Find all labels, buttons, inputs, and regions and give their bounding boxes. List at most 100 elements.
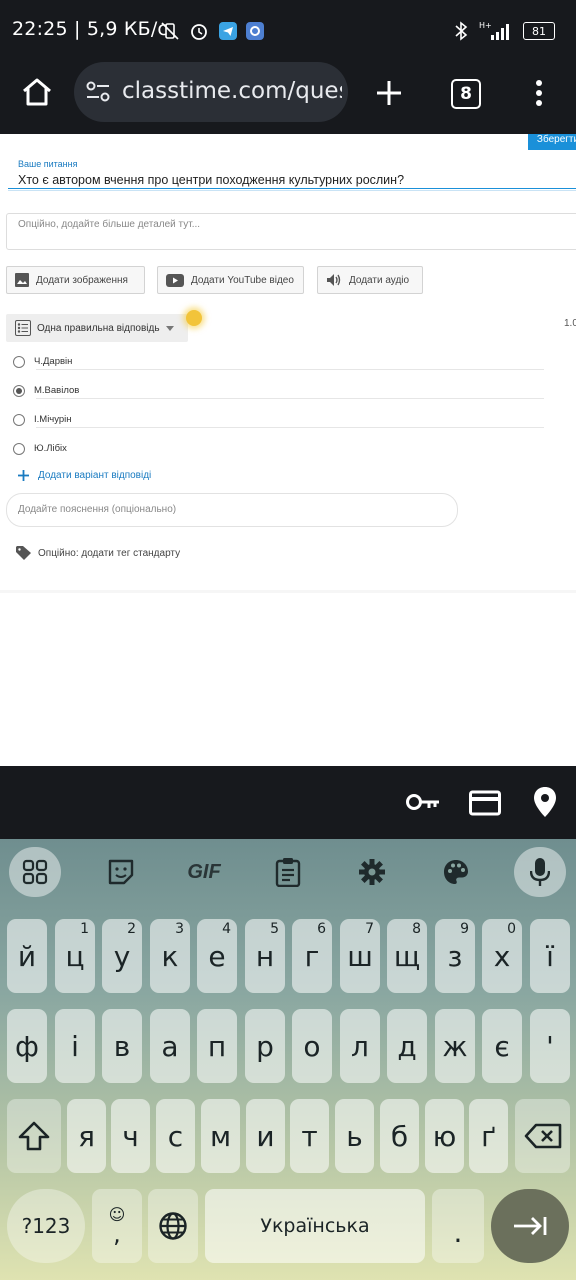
add-tag-button[interactable]: Опційно: додати тег стандарту: [16, 546, 180, 560]
key-ф[interactable]: ф: [7, 1009, 47, 1083]
key-о[interactable]: о: [292, 1009, 332, 1083]
key-label: ф: [15, 1029, 39, 1063]
space-bar[interactable]: Українська: [205, 1189, 425, 1263]
key-а[interactable]: а: [150, 1009, 190, 1083]
key-я[interactable]: я: [67, 1099, 106, 1173]
shift-key[interactable]: [7, 1099, 61, 1173]
key-і[interactable]: і: [55, 1009, 95, 1083]
key-х[interactable]: х0: [482, 919, 522, 993]
radio-button-selected[interactable]: [13, 384, 25, 397]
microphone-button[interactable]: [514, 847, 566, 897]
add-image-button[interactable]: Додати зображення: [6, 266, 145, 294]
answer-option[interactable]: Ч.Дарвін: [13, 347, 543, 376]
key-label: х: [493, 939, 511, 973]
key-и[interactable]: и: [246, 1099, 285, 1173]
answer-option[interactable]: Ю.Лібіх: [13, 434, 543, 463]
key-hint: 1: [80, 921, 89, 937]
key-hint: 5: [270, 921, 279, 937]
key-з[interactable]: з9: [435, 919, 475, 993]
home-icon[interactable]: [20, 76, 54, 108]
key-label: е: [208, 939, 226, 973]
radio-button[interactable]: [13, 442, 25, 455]
period-key[interactable]: .: [432, 1189, 484, 1263]
key-ї[interactable]: ї: [530, 919, 570, 993]
keyboard-menu-button[interactable]: [9, 847, 61, 897]
key-icon[interactable]: [405, 789, 441, 815]
points-value[interactable]: 1.0: [564, 318, 576, 329]
language-key[interactable]: [148, 1189, 198, 1263]
key-п[interactable]: п: [197, 1009, 237, 1083]
key-т[interactable]: т: [290, 1099, 329, 1173]
key-в[interactable]: в: [102, 1009, 142, 1083]
key-ю[interactable]: ю: [425, 1099, 464, 1173]
key-б[interactable]: б: [380, 1099, 419, 1173]
credit-card-icon[interactable]: [469, 790, 501, 816]
list-icon: [15, 320, 31, 336]
add-youtube-button[interactable]: Додати YouTube відео: [157, 266, 304, 294]
emoji-comma-key[interactable]: ☺ ,: [92, 1189, 142, 1263]
more-menu-icon[interactable]: [532, 78, 546, 108]
key-н[interactable]: н5: [245, 919, 285, 993]
location-icon[interactable]: [533, 786, 557, 818]
sticker-icon[interactable]: [100, 847, 142, 897]
key-е[interactable]: е4: [197, 919, 237, 993]
symbols-key[interactable]: ?123: [7, 1189, 85, 1263]
gear-icon[interactable]: [354, 847, 390, 897]
tag-icon: [16, 546, 31, 560]
explanation-input[interactable]: Додайте пояснення (опціонально): [6, 493, 458, 527]
add-audio-button[interactable]: Додати аудіо: [317, 266, 423, 294]
audio-icon: [327, 274, 341, 286]
key-apostrophe[interactable]: ': [530, 1009, 570, 1083]
key-label: я: [78, 1119, 95, 1153]
add-option-button[interactable]: Додати варіант відповіді: [18, 470, 151, 481]
gif-button[interactable]: GIF: [180, 847, 228, 897]
new-tab-icon[interactable]: [374, 78, 404, 108]
clipboard-icon[interactable]: [270, 847, 306, 897]
details-input[interactable]: Опційно, додайте більше деталей тут...: [6, 213, 576, 250]
radio-button[interactable]: [13, 413, 25, 426]
url-text: classtime.com/quest: [122, 78, 342, 104]
answer-option[interactable]: І.Мічурін: [13, 405, 543, 434]
key-є[interactable]: є: [482, 1009, 522, 1083]
answer-option[interactable]: М.Вавілов: [13, 376, 543, 405]
key-й[interactable]: й: [7, 919, 47, 993]
key-ц[interactable]: ц1: [55, 919, 95, 993]
key-р[interactable]: р: [245, 1009, 285, 1083]
palette-icon[interactable]: [438, 847, 474, 897]
key-ь[interactable]: ь: [335, 1099, 374, 1173]
add-audio-label: Додати аудіо: [349, 274, 410, 286]
key-щ[interactable]: щ8: [387, 919, 427, 993]
autofill-bar: [0, 766, 576, 839]
add-option-label: Додати варіант відповіді: [38, 470, 152, 481]
key-ж[interactable]: ж: [435, 1009, 475, 1083]
key-ч[interactable]: ч: [111, 1099, 150, 1173]
question-type-dropdown[interactable]: Одна правильна відповідь: [6, 314, 188, 342]
key-г[interactable]: г6: [292, 919, 332, 993]
key-ґ[interactable]: ґ: [469, 1099, 508, 1173]
key-у[interactable]: у2: [102, 919, 142, 993]
key-с[interactable]: с: [156, 1099, 195, 1173]
key-label: н: [255, 939, 275, 973]
key-к[interactable]: к3: [150, 919, 190, 993]
tab-switcher-button[interactable]: 8: [451, 79, 481, 109]
key-м[interactable]: м: [201, 1099, 240, 1173]
enter-key[interactable]: [491, 1189, 569, 1263]
radio-button[interactable]: [13, 355, 25, 368]
answer-option-label: Ю.Лібіх: [34, 443, 67, 454]
backspace-key[interactable]: [515, 1099, 570, 1173]
site-settings-icon[interactable]: [85, 80, 111, 104]
key-hint: 8: [412, 921, 421, 937]
key-hint: 9: [460, 921, 469, 937]
save-button[interactable]: Зберегти: [528, 134, 576, 150]
key-ш[interactable]: ш7: [340, 919, 380, 993]
option-divider: [36, 427, 544, 428]
key-л[interactable]: л: [340, 1009, 380, 1083]
key-label: п: [207, 1029, 227, 1063]
question-input[interactable]: Хто є автором вчення про центри походжен…: [18, 173, 404, 187]
vibrate-off-icon: [158, 20, 182, 42]
address-bar[interactable]: classtime.com/quest: [74, 62, 348, 122]
key-д[interactable]: д: [387, 1009, 427, 1083]
status-bar: 22:25 | 5,9 КБ/с H+ 81: [0, 0, 576, 62]
key-label: у: [113, 939, 131, 973]
key-label: с: [167, 1119, 184, 1153]
